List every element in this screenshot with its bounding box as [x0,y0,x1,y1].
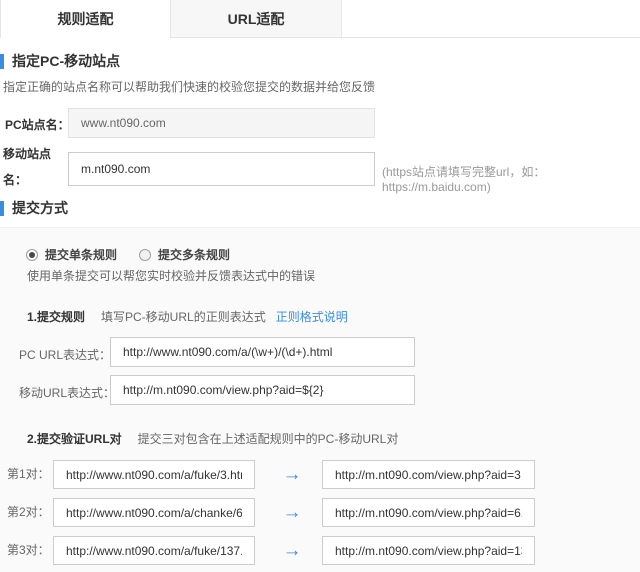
pair-3-label: 第3对： [7,536,50,565]
submit-section-title: 提交方式 [0,198,68,218]
mobile-site-input[interactable] [68,152,375,186]
site-section-title-text: 指定PC-移动站点 [12,51,120,71]
rule-step-header: 1.提交规则 填写PC-移动URL的正则表达式 正则格式说明 [27,308,348,325]
radio-checked-icon [26,249,38,261]
tab-rule-adaptation-label: 规则适配 [58,9,114,29]
section-accent-bar [0,201,4,216]
verify-step-title: 2.提交验证URL对 [27,430,122,447]
pc-site-label: PC站点名： [5,116,70,133]
pc-expr-label: PC URL表达式： [19,346,111,363]
submit-section-title-text: 提交方式 [12,198,68,218]
mobile-site-label: 移动站点名： [3,141,59,193]
tab-rule-adaptation[interactable]: 规则适配 [0,0,171,38]
site-section-title: 指定PC-移动站点 [0,51,120,71]
arrow-right-icon: → [272,460,312,489]
pair-1-pc-input[interactable] [53,460,255,489]
pair-2-pc-input[interactable] [53,498,255,527]
tab-bar: 规则适配 URL适配 [0,0,640,38]
radio-unchecked-icon [139,249,151,261]
pc-expr-input[interactable] [110,337,415,367]
verify-step-header: 2.提交验证URL对 提交三对包含在上述适配规则中的PC-移动URL对 [27,430,398,447]
pair-3-pc-input[interactable] [53,536,255,565]
verify-step-subtitle: 提交三对包含在上述适配规则中的PC-移动URL对 [138,430,399,447]
site-section-description: 指定正确的站点名称可以帮助我们快速的校验您提交的数据并给您反馈 [3,78,375,95]
pair-1-label: 第1对： [7,460,50,489]
tab-url-adaptation-label: URL适配 [228,9,285,29]
rule-step-subtitle: 填写PC-移动URL的正则表达式 [101,308,266,325]
section-accent-bar [0,54,4,69]
rule-type-radio-group: 提交单条规则 提交多条规则 [26,246,230,263]
rule-adaptation-page: 规则适配 URL适配 指定PC-移动站点 指定正确的站点名称可以帮助我们快速的校… [0,0,640,572]
pair-2-mobile-input[interactable] [322,498,535,527]
pair-2-label: 第2对： [7,498,50,527]
tab-url-adaptation[interactable]: URL适配 [171,0,342,37]
regex-format-help-link[interactable]: 正则格式说明 [276,308,348,325]
mobile-site-hint: (https站点请填写完整url，如：https://m.baidu.com) [382,163,640,194]
radio-note: 使用单条提交可以帮您实时校验并反馈表达式中的错误 [27,267,315,284]
radio-multi-rule[interactable]: 提交多条规则 [139,246,230,263]
pc-site-input [68,108,375,138]
pair-1-mobile-input[interactable] [322,460,535,489]
rule-step-title: 1.提交规则 [27,308,85,325]
mobile-expr-input[interactable] [110,375,415,405]
radio-single-rule-label: 提交单条规则 [45,246,117,263]
arrow-right-icon: → [272,536,312,565]
arrow-right-icon: → [272,498,312,527]
pair-3-mobile-input[interactable] [322,536,535,565]
mobile-expr-label: 移动URL表达式： [19,384,115,401]
radio-multi-rule-label: 提交多条规则 [158,246,230,263]
radio-single-rule[interactable]: 提交单条规则 [26,246,117,263]
